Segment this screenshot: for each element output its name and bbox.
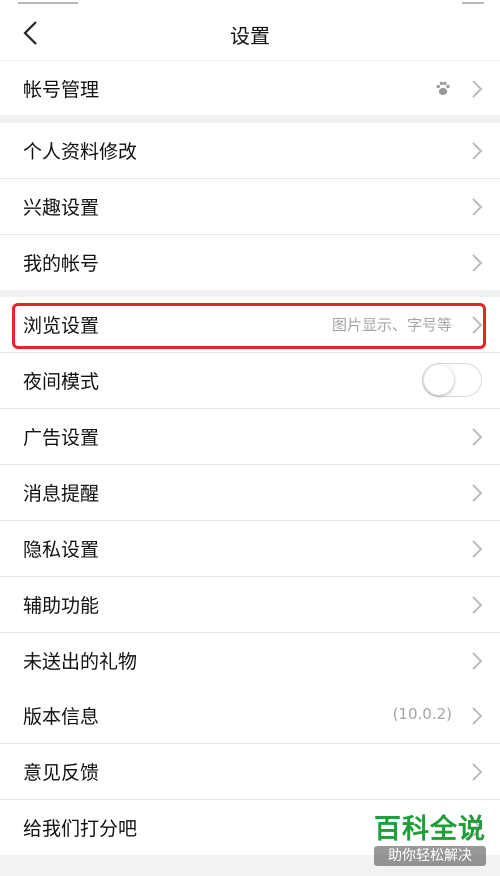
- chevron-right-icon: [470, 140, 484, 162]
- row-privacy-settings[interactable]: 隐私设置: [0, 521, 500, 577]
- settings-group-general: 浏览设置 图片显示、字号等 夜间模式 广告设置 消息提醒 隐私设置 辅助功能 未…: [0, 297, 500, 688]
- row-accessibility[interactable]: 辅助功能: [0, 577, 500, 633]
- row-label: 版本信息: [23, 706, 100, 728]
- row-label: 隐私设置: [23, 539, 100, 561]
- status-bar-carrier: [18, 0, 78, 4]
- row-label: 我的帐号: [23, 253, 100, 275]
- settings-group-profile: 个人资料修改 兴趣设置 我的帐号: [0, 123, 500, 290]
- row-label: 给我们打分吧: [23, 818, 138, 840]
- nav-bar: 设置: [0, 6, 500, 60]
- chevron-right-icon: [470, 538, 484, 560]
- chevron-right-icon: [470, 482, 484, 504]
- toggle-knob: [424, 365, 454, 395]
- chevron-right-icon: [470, 78, 484, 100]
- row-label: 广告设置: [23, 427, 100, 449]
- watermark-title: 百科全说: [374, 814, 486, 845]
- row-account-management[interactable]: 帐号管理: [0, 61, 500, 115]
- night-mode-toggle[interactable]: [422, 363, 482, 397]
- chevron-right-icon: [470, 426, 484, 448]
- row-label: 辅助功能: [23, 595, 100, 617]
- chevron-right-icon: [470, 196, 484, 218]
- row-label: 兴趣设置: [23, 197, 100, 219]
- row-feedback[interactable]: 意见反馈: [0, 744, 500, 800]
- watermark-subtitle: 助你轻松解决: [374, 846, 486, 866]
- battery-icon: [462, 0, 484, 4]
- page-title: 设置: [230, 24, 270, 48]
- row-label: 消息提醒: [23, 483, 100, 505]
- chevron-right-icon: [470, 761, 484, 783]
- highlight-box: [12, 303, 486, 349]
- chevron-right-icon: [470, 705, 484, 727]
- row-unsent-gifts[interactable]: 未送出的礼物: [0, 633, 500, 688]
- version-number: (10.0.2): [392, 705, 452, 723]
- row-label: 帐号管理: [23, 79, 100, 101]
- row-notifications[interactable]: 消息提醒: [0, 465, 500, 521]
- row-night-mode: 夜间模式: [0, 353, 500, 409]
- row-label: 未送出的礼物: [23, 651, 138, 673]
- baidu-paw-icon: [434, 79, 452, 97]
- settings-group-account: 帐号管理: [0, 61, 500, 115]
- row-ad-settings[interactable]: 广告设置: [0, 409, 500, 465]
- row-my-account[interactable]: 我的帐号: [0, 235, 500, 290]
- row-label: 意见反馈: [23, 762, 100, 784]
- chevron-right-icon: [470, 252, 484, 274]
- watermark-logo: 百科全说 助你轻松解决: [374, 814, 486, 866]
- row-edit-profile[interactable]: 个人资料修改: [0, 123, 500, 179]
- chevron-right-icon: [470, 594, 484, 616]
- row-label: 个人资料修改: [23, 141, 138, 163]
- chevron-right-icon: [470, 650, 484, 672]
- row-version-info[interactable]: 版本信息 (10.0.2): [0, 688, 500, 744]
- row-label: 夜间模式: [23, 371, 100, 393]
- row-interest-settings[interactable]: 兴趣设置: [0, 179, 500, 235]
